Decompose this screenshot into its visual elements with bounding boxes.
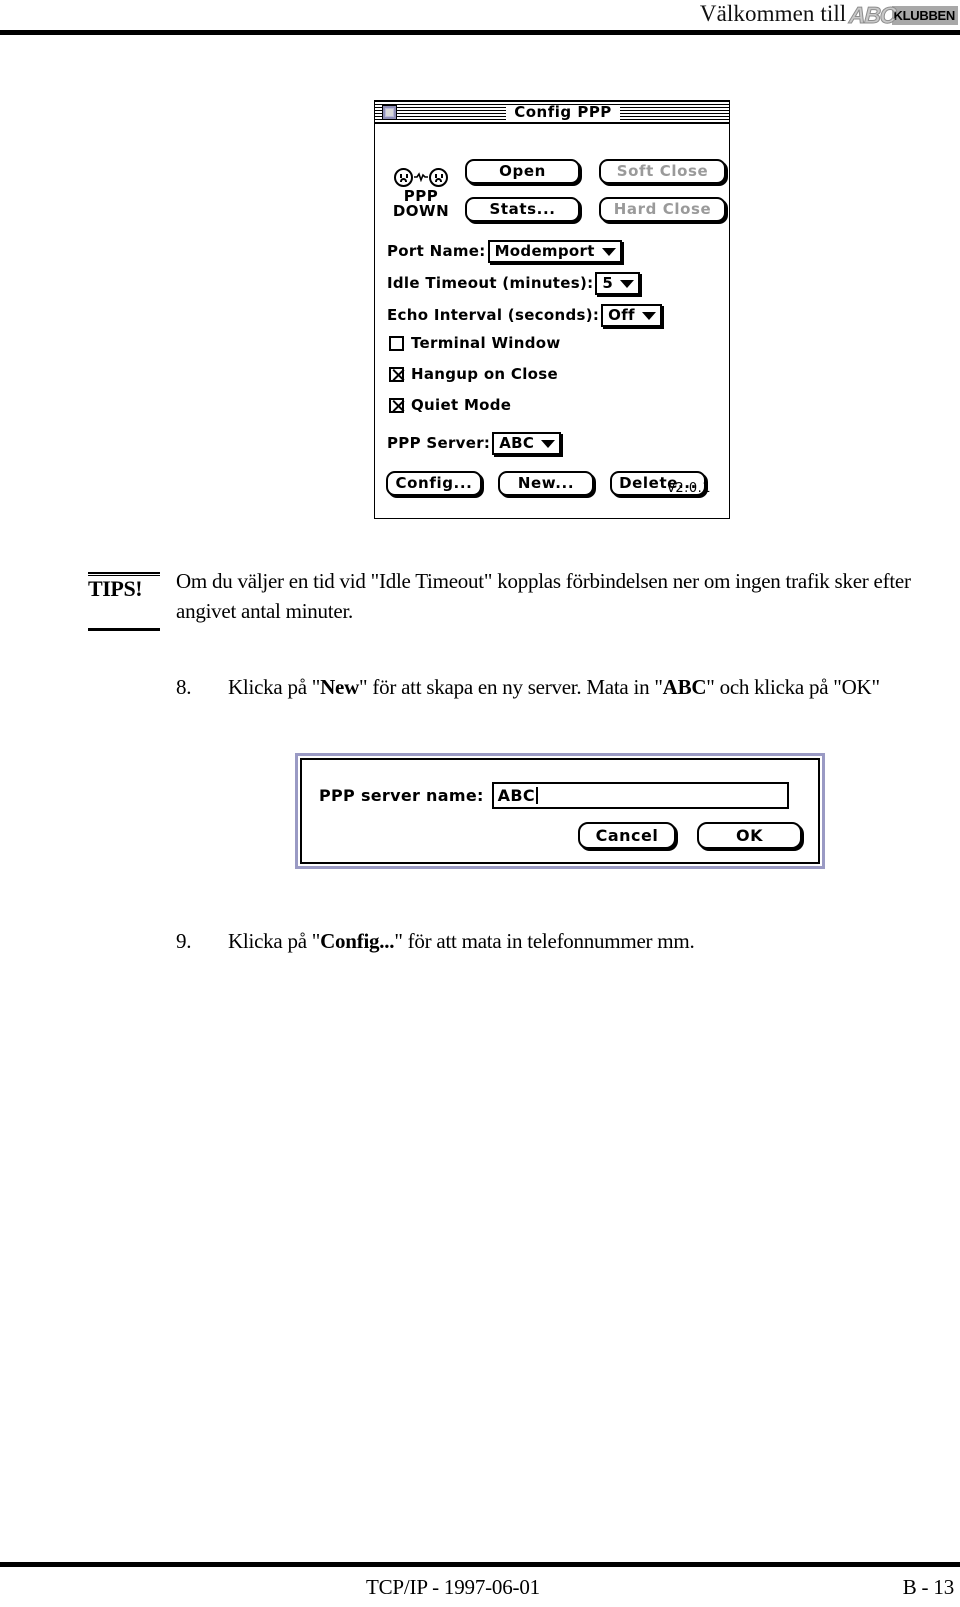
ppp-server-name-label: PPP server name: [319,785,484,805]
sad-faces-icon [387,166,455,188]
terminal-window-checkbox[interactable] [389,336,404,351]
terminal-window-checkbox-row[interactable]: Terminal Window [389,336,561,351]
step-9: 9. Klicka på "Config..." för att mata in… [176,926,928,956]
hard-close-button[interactable]: Hard Close [599,197,726,222]
window-titlebar[interactable]: Config PPP [375,101,729,124]
idle-timeout-label: Idle Timeout (minutes): [387,274,594,292]
idle-timeout-value: 5 [602,274,614,292]
ppp-server-label: PPP Server: [387,434,491,452]
tips-block: TIPS! Om du väljer en tid vid "Idle Time… [88,566,928,631]
new-button[interactable]: New... [498,471,594,496]
port-name-dropdown[interactable]: Modemport [487,240,622,263]
dialog-buttons: Cancel OK [578,822,802,849]
config-button[interactable]: Config... [386,471,482,496]
tips-label: TIPS! [88,576,143,601]
hangup-on-close-checkbox[interactable] [389,367,404,382]
step-9-number: 9. [176,929,192,953]
ok-button[interactable]: OK [697,822,802,849]
window-title: Config PPP [506,104,620,120]
hangup-on-close-checkbox-row[interactable]: Hangup on Close [389,367,558,382]
ppp-status-line2: DOWN [392,202,450,220]
footer-divider-rule [0,1562,960,1567]
config-ppp-window: Config PPP PPP DOWN Open Soft Close Stat… [374,100,730,519]
open-button[interactable]: Open [465,159,580,184]
idle-timeout-row: Idle Timeout (minutes): 5 [387,272,641,295]
quiet-mode-checkbox-row[interactable]: Quiet Mode [389,398,511,413]
close-box-icon[interactable] [382,104,397,120]
echo-interval-label: Echo Interval (seconds): [387,306,600,324]
sad-face-left-icon [394,167,413,187]
echo-interval-dropdown[interactable]: Off [601,304,662,327]
titlebar-stripes-left [397,101,506,123]
broken-link-icon [414,172,428,182]
page-header: Välkommen till ABC KLUBBEN [0,0,960,35]
hangup-on-close-label: Hangup on Close [411,365,558,383]
step-8-number: 8. [176,675,192,699]
sad-face-right-icon [429,167,448,187]
port-name-value: Modemport [494,242,595,260]
header-divider-rule [0,30,960,35]
quiet-mode-label: Quiet Mode [411,396,512,414]
step-9-text: Klicka på "Config..." för att mata in te… [228,929,695,953]
port-name-label: Port Name: [387,242,486,260]
page-footer: TCP/IP - 1997-06-01 B - 13 [0,1571,960,1603]
ppp-server-dropdown[interactable]: ABC [492,432,562,455]
terminal-window-label: Terminal Window [411,334,561,352]
port-name-row: Port Name: Modemport [387,240,622,263]
logo-klubben-text: KLUBBEN [891,5,958,25]
window-body: PPP DOWN Open Soft Close Stats... Hard C… [375,124,729,518]
tips-rule-bottom [88,628,160,631]
quiet-mode-checkbox[interactable] [389,398,404,413]
idle-timeout-dropdown[interactable]: 5 [595,272,641,295]
chevron-down-icon [641,311,656,320]
ppp-server-name-input[interactable]: ABC [491,782,789,809]
chevron-down-icon [601,247,616,256]
logo-abc-text: ABC [848,2,897,29]
chevron-down-icon [541,439,556,448]
connection-buttons-row-2: Stats... Hard Close [465,197,726,222]
ppp-server-row: PPP Server: ABC [387,432,562,455]
titlebar-stripes-right [620,101,729,123]
dialog-inner-frame: PPP server name: ABC Cancel OK [300,758,820,864]
step-8-text: Klicka på "New" för att skapa en ny serv… [228,675,880,699]
footer-page-number: B - 13 [902,1574,955,1599]
server-action-buttons-row: Config... New... Delete... [386,471,706,496]
server-name-field-row: PPP server name: ABC [319,782,789,809]
connection-buttons-row-1: Open Soft Close [465,159,726,184]
chevron-down-icon [620,279,635,288]
version-label: v2.0.1 [667,481,711,496]
ppp-server-name-dialog: PPP server name: ABC Cancel OK [295,753,825,869]
abc-klubben-logo: ABC KLUBBEN [848,2,958,29]
echo-interval-value: Off [608,306,635,324]
cancel-button[interactable]: Cancel [578,822,676,849]
ppp-server-value: ABC [499,434,535,452]
text-cursor-icon [535,787,538,804]
tips-label-group: TIPS! [88,572,164,631]
tips-text: Om du väljer en tid vid "Idle Timeout" k… [176,569,911,623]
echo-interval-row: Echo Interval (seconds): Off [387,304,662,327]
soft-close-button[interactable]: Soft Close [599,159,726,184]
ppp-status-indicator: PPP DOWN [387,166,455,219]
step-8: 8. Klicka på "New" för att skapa en ny s… [176,672,928,702]
stats-button[interactable]: Stats... [465,197,580,222]
ppp-server-name-value: ABC [497,786,535,805]
footer-document-id: TCP/IP - 1997-06-01 [366,1574,540,1599]
page-title: Välkommen till [699,1,847,26]
